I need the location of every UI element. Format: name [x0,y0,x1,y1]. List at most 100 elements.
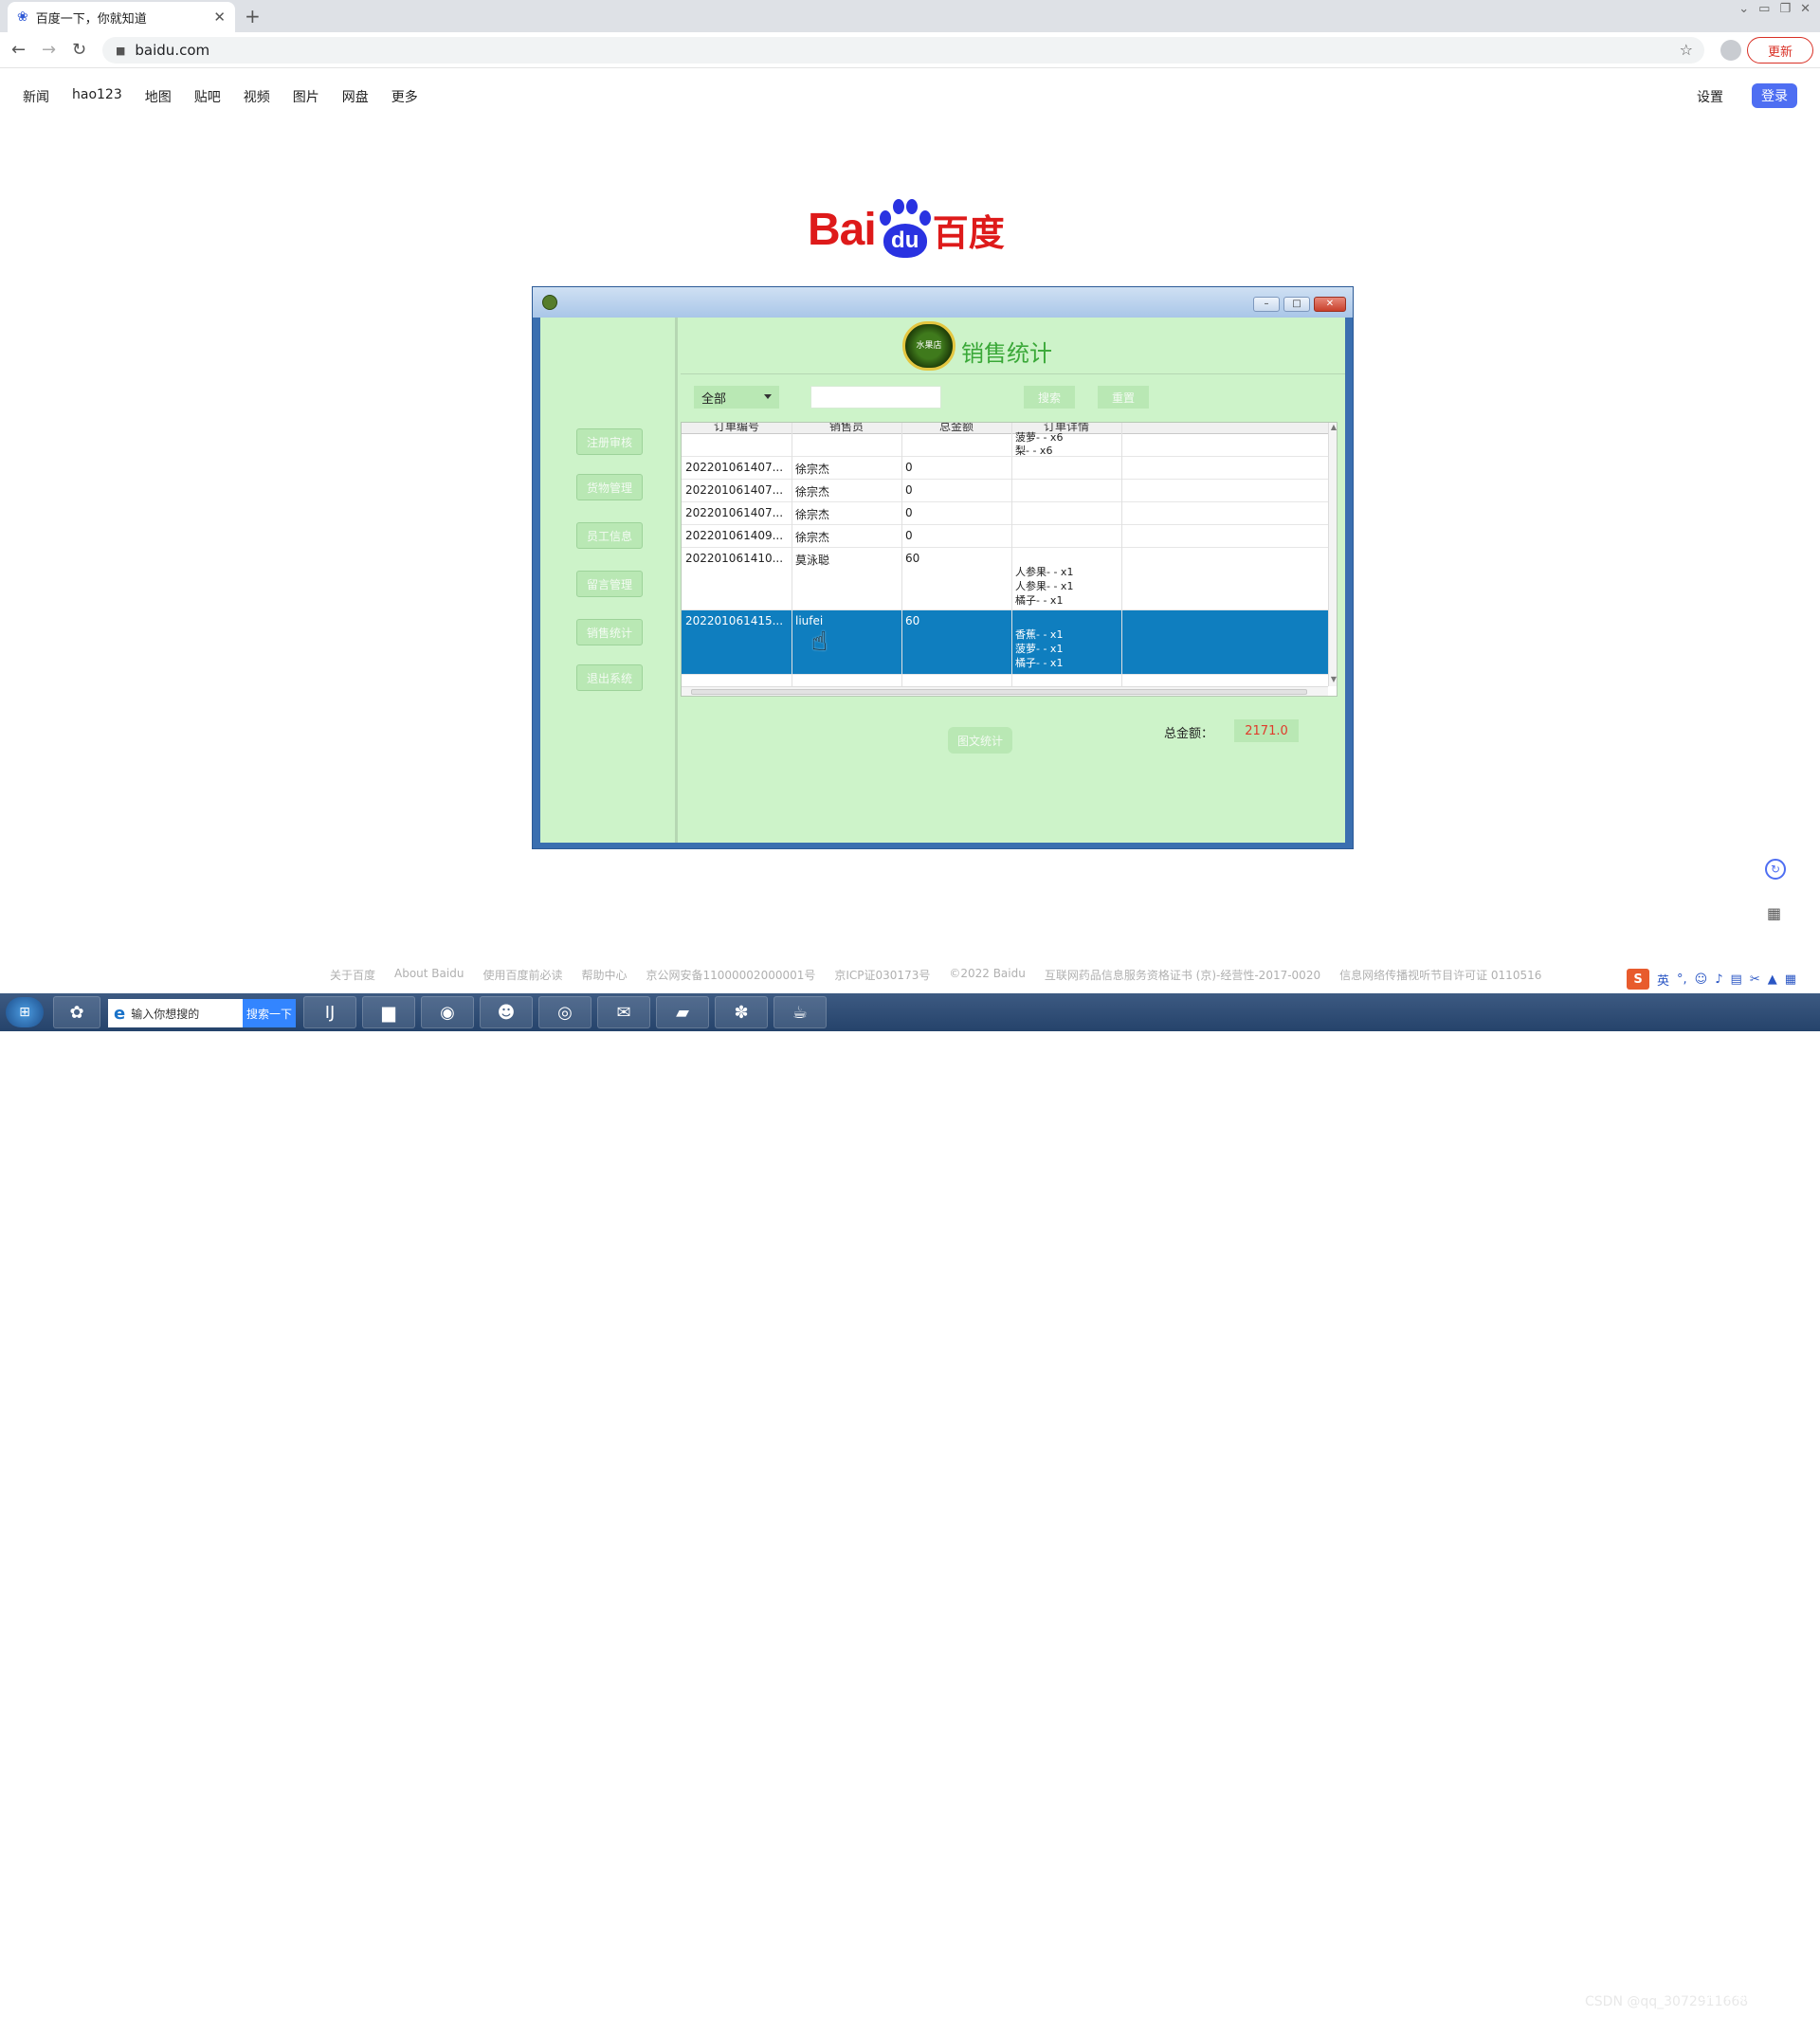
network-icon[interactable]: ⋮ [1488,1990,1500,2003]
java-app-icon[interactable]: ☕ [774,996,827,1028]
cell-order-id: 202201061415... [685,614,784,627]
new-tab-icon[interactable]: + [245,5,261,27]
table-horizontal-scrollbar[interactable] [682,686,1328,696]
app-icon-colorful[interactable]: ✿ [53,996,100,1028]
show-hidden-icon[interactable]: ▲ [1521,1990,1530,2003]
folder-icon[interactable]: ▰ [656,996,709,1028]
nav-link[interactable]: 地图 [145,87,172,106]
footer-link[interactable]: 关于百度 [330,967,375,983]
table-row[interactable]: 202201061409... 徐宗杰 0 [682,525,1328,548]
footer-link[interactable]: About Baidu [394,967,464,983]
footer-link[interactable]: 京公网安备11000002000001号 [646,967,815,983]
sidebar-sales-statistics[interactable]: 销售统计 [576,619,643,645]
reload-icon[interactable]: ↻ [72,40,86,60]
app-title-bar[interactable]: – □ ✕ [533,287,1353,318]
nav-link[interactable]: 图片 [293,87,319,106]
skin-icon[interactable]: ▲ [1768,972,1777,987]
bookmark-star-icon[interactable]: ☆ [1680,41,1693,59]
battery-icon[interactable]: ▮ [1507,1990,1514,2003]
footer-link[interactable]: 互联网药品信息服务资格证书 (京)-经营性-2017-0020 [1045,967,1320,983]
ime-language[interactable]: 英 [1657,971,1669,989]
update-button[interactable]: 更新 [1747,37,1813,64]
settings-link[interactable]: 设置 [1697,87,1723,106]
table-row[interactable]: 菠萝- - x6 梨- - x6 [682,431,1328,457]
sogou-tray-icon[interactable]: S [1460,1990,1467,2003]
help-icon[interactable]: ? [1475,1990,1481,2003]
close-tab-icon[interactable]: ✕ [213,9,226,26]
table-row[interactable]: 202201061410... 莫泳聪 60 人参果- - x1 人参果- - … [682,548,1328,610]
footer-link[interactable]: 信息网络传播视听节目许可证 0110516 [1339,967,1541,983]
table-row[interactable]: 202201061407... 徐宗杰 0 [682,457,1328,480]
scroll-up-icon[interactable]: ▲ [1329,423,1337,431]
tab-search-icon[interactable]: ⌄ [1738,2,1749,16]
start-button[interactable]: ⊞ [6,997,44,1027]
chart-statistics-button[interactable]: 图文统计 [948,727,1012,754]
table-row[interactable]: 202201061407... 徐宗杰 0 [682,502,1328,525]
nav-link[interactable]: hao123 [72,87,122,106]
login-button[interactable]: 登录 [1752,83,1797,108]
browser-tab[interactable]: ❀ 百度一下，你就知道 ✕ [8,2,235,32]
taskbar-search-button[interactable]: 搜索一下 [243,999,296,1027]
app-maximize-icon[interactable]: □ [1283,297,1310,312]
emoji-icon[interactable]: ☺ [1695,972,1708,987]
nav-link[interactable]: 视频 [244,87,270,106]
chrome-icon[interactable]: ◎ [538,996,592,1028]
avatar-app-icon[interactable]: ☻ [480,996,533,1028]
sogou-ime-icon[interactable]: S [1627,969,1649,990]
close-window-icon[interactable]: ✕ [1800,2,1811,16]
profile-avatar-icon[interactable] [1720,40,1741,61]
logo-text-cn: 百度 [932,213,1005,254]
footer-link[interactable]: 帮助中心 [581,967,627,983]
scroll-down-icon[interactable]: ▼ [1329,675,1337,683]
nav-link[interactable]: 网盘 [342,87,369,106]
footer-link[interactable]: 使用百度前必读 [482,967,562,983]
keyboard-icon[interactable]: ▤ [1731,972,1742,987]
nav-link[interactable]: 新闻 [23,87,49,106]
taskbar-clock[interactable]: 14:15 周四 2022/1/6 [1702,1990,1756,2017]
col-header-seller[interactable]: 销售员 [792,423,901,433]
intellij-icon[interactable]: IJ [303,996,356,1028]
col-header-order-id[interactable]: 订单编号 [682,423,792,433]
fruit-app-icon[interactable]: ✽ [715,996,768,1028]
app-close-icon[interactable]: ✕ [1314,297,1346,312]
scroll-thumb[interactable] [691,689,1307,695]
app-minimize-icon[interactable]: – [1253,297,1280,312]
refresh-float-icon[interactable]: ↻ [1765,859,1786,880]
table-row-selected[interactable]: 202201061415... liufei 60 香蕉- - x1 菠萝- -… [682,610,1328,675]
tools-icon[interactable]: ✂ [1750,972,1760,987]
file-explorer-icon[interactable]: ▆ [362,996,415,1028]
sidebar-exit-system[interactable]: 退出系统 [576,664,643,691]
sidebar-message-management[interactable]: 留言管理 [576,571,643,597]
search-button[interactable]: 搜索 [1024,386,1075,409]
firefox-icon[interactable]: ◉ [421,996,474,1028]
panel-header: 水果店 销售统计 [681,318,1345,374]
forward-icon[interactable]: → [42,40,56,60]
minimize-icon[interactable]: ▭ [1758,2,1770,16]
detail-line: 橘子- - x1 [1015,594,1064,607]
sidebar-goods-management[interactable]: 货物管理 [576,474,643,500]
url-field[interactable]: ■ baidu.com ☆ [102,37,1704,64]
table-vertical-scrollbar[interactable]: ▲ ▼ [1328,423,1337,686]
seller-filter-select[interactable]: 全部 [694,386,779,409]
taskbar-search-box[interactable]: e 输入你想搜的 搜索一下 [108,999,296,1027]
detail-line: 人参果- - x1 [1015,566,1074,578]
col-header-amount[interactable]: 总金额 [901,423,1011,433]
more-grid-icon[interactable]: ▦ [1785,972,1796,987]
punctuation-icon[interactable]: °, [1677,972,1687,987]
nav-link[interactable]: 更多 [391,87,418,106]
cell-amount: 0 [905,506,913,519]
restore-icon[interactable]: ❐ [1779,2,1791,16]
footer-link[interactable]: 京ICP证030173号 [834,967,930,983]
fruit-shop-emblem: 水果店 [902,321,956,371]
wechat-icon[interactable]: ✉ [597,996,650,1028]
reset-button[interactable]: 重置 [1098,386,1149,409]
cell-order-id: 202201061410... [685,552,784,565]
back-icon[interactable]: ← [11,40,26,60]
microphone-icon[interactable]: ♪ [1715,972,1722,987]
sidebar-register-review[interactable]: 注册审核 [576,428,643,455]
search-input[interactable] [810,386,941,409]
table-row[interactable]: 202201061407... 徐宗杰 0 [682,480,1328,502]
nav-link[interactable]: 贴吧 [194,87,221,106]
sidebar-staff-info[interactable]: 员工信息 [576,522,643,549]
qr-code-icon[interactable]: ▦ [1767,904,1781,922]
